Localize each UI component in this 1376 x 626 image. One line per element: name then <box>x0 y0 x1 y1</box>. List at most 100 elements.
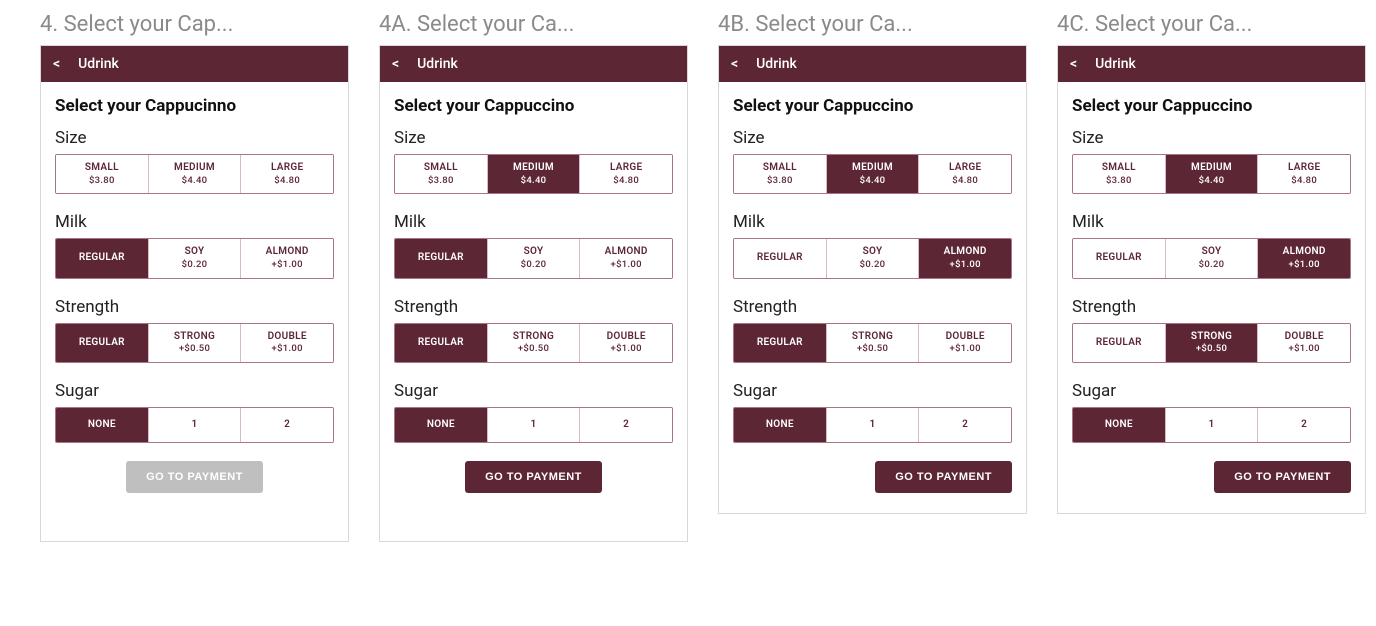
back-icon[interactable]: < <box>1070 56 1077 72</box>
size-option[interactable]: SMALL$3.80 <box>734 155 826 193</box>
milk-option[interactable]: ALMOND+$1.00 <box>579 239 672 277</box>
option-price: +$0.50 <box>179 343 210 355</box>
milk-option[interactable]: REGULAR <box>56 239 148 277</box>
option-label: REGULAR <box>1096 337 1142 350</box>
option-price: $4.40 <box>860 175 886 187</box>
sugar-option[interactable]: NONE <box>1073 408 1165 442</box>
option-label: REGULAR <box>1096 252 1142 265</box>
sugar-option[interactable]: 1 <box>487 408 580 442</box>
milk-option[interactable]: SOY$0.20 <box>1165 239 1258 277</box>
size-option[interactable]: SMALL$3.80 <box>1073 155 1165 193</box>
back-icon[interactable]: < <box>731 56 738 72</box>
sugar-option[interactable]: 1 <box>148 408 241 442</box>
phone-screen: <UdrinkSelect your CappuccinoSizeSMALL$3… <box>718 45 1027 514</box>
sugar-option[interactable]: 2 <box>918 408 1011 442</box>
sugar-option[interactable]: NONE <box>395 408 487 442</box>
strength-option[interactable]: REGULAR <box>395 324 487 362</box>
milk-option[interactable]: REGULAR <box>1073 239 1165 277</box>
option-price: $4.40 <box>521 175 547 187</box>
option-label: LARGE <box>610 162 642 175</box>
option-price: $4.80 <box>1291 175 1317 187</box>
option-label: DOUBLE <box>268 331 307 344</box>
option-price: $4.80 <box>613 175 639 187</box>
size-option[interactable]: MEDIUM$4.40 <box>487 155 580 193</box>
option-label: 2 <box>1301 419 1307 432</box>
option-label: NONE <box>88 419 116 432</box>
section-strength: StrengthREGULARSTRONG+$0.50DOUBLE+$1.00 <box>733 297 1012 363</box>
strength-segmented-control: REGULAR STRONG+$0.50DOUBLE+$1.00 <box>1072 323 1351 363</box>
size-option[interactable]: MEDIUM$4.40 <box>1165 155 1258 193</box>
sugar-option[interactable]: 1 <box>826 408 919 442</box>
sugar-option[interactable]: 2 <box>1257 408 1350 442</box>
option-label: MEDIUM <box>174 162 215 175</box>
sugar-option[interactable]: NONE <box>734 408 826 442</box>
milk-option[interactable]: SOY$0.20 <box>487 239 580 277</box>
sugar-option[interactable]: 1 <box>1165 408 1258 442</box>
strength-option[interactable]: DOUBLE+$1.00 <box>1257 324 1350 362</box>
page-title: Select your Cappuccino <box>733 96 1012 116</box>
strength-option[interactable]: STRONG+$0.50 <box>487 324 580 362</box>
back-icon[interactable]: < <box>53 56 60 72</box>
strength-option[interactable]: REGULAR <box>1073 324 1165 362</box>
section-sugar: SugarNONE12 <box>733 381 1012 443</box>
cta-row: GO TO PAYMENT <box>1072 461 1351 493</box>
milk-option[interactable]: REGULAR <box>395 239 487 277</box>
option-label: SMALL <box>85 162 119 175</box>
milk-option[interactable]: ALMOND+$1.00 <box>1257 239 1350 277</box>
option-price: $3.80 <box>89 175 115 187</box>
section-size: SizeSMALL$3.80MEDIUM$4.40LARGE$4.80 <box>394 128 673 194</box>
option-label: ALMOND <box>944 246 987 259</box>
section-milk: MilkREGULARSOY$0.20ALMOND+$1.00 <box>733 212 1012 278</box>
app-name: Udrink <box>78 56 119 72</box>
strength-option[interactable]: STRONG+$0.50 <box>826 324 919 362</box>
option-label: NONE <box>427 419 455 432</box>
milk-option[interactable]: ALMOND+$1.00 <box>918 239 1011 277</box>
section-milk: MilkREGULARSOY$0.20ALMOND+$1.00 <box>394 212 673 278</box>
milk-option[interactable]: ALMOND+$1.00 <box>240 239 333 277</box>
size-option[interactable]: LARGE$4.80 <box>240 155 333 193</box>
option-label: LARGE <box>271 162 303 175</box>
size-option[interactable]: LARGE$4.80 <box>918 155 1011 193</box>
size-option[interactable]: LARGE$4.80 <box>579 155 672 193</box>
sugar-option[interactable]: 2 <box>579 408 672 442</box>
phone-screen: <UdrinkSelect your CappuccinoSizeSMALL$3… <box>1057 45 1366 514</box>
milk-option[interactable]: SOY$0.20 <box>148 239 241 277</box>
page-title: Select your Cappucinno <box>55 96 334 116</box>
section-strength: StrengthREGULARSTRONG+$0.50DOUBLE+$1.00 <box>394 297 673 363</box>
option-price: +$1.00 <box>611 259 642 271</box>
strength-option[interactable]: REGULAR <box>734 324 826 362</box>
size-option[interactable]: LARGE$4.80 <box>1257 155 1350 193</box>
sugar-option[interactable]: NONE <box>56 408 148 442</box>
strength-option[interactable]: DOUBLE+$1.00 <box>579 324 672 362</box>
app-bar: <Udrink <box>1058 46 1365 82</box>
option-price: +$1.00 <box>272 259 303 271</box>
option-price: $3.80 <box>1106 175 1132 187</box>
option-label: ALMOND <box>1283 246 1326 259</box>
go-to-payment-button[interactable]: GO TO PAYMENT <box>1214 461 1351 493</box>
size-option[interactable]: MEDIUM$4.40 <box>148 155 241 193</box>
strength-option[interactable]: STRONG+$0.50 <box>1165 324 1258 362</box>
section-strength: StrengthREGULARSTRONG+$0.50DOUBLE+$1.00 <box>1072 297 1351 363</box>
size-segmented-control: SMALL$3.80MEDIUM$4.40LARGE$4.80 <box>733 154 1012 194</box>
milk-option[interactable]: REGULAR <box>734 239 826 277</box>
go-to-payment-button[interactable]: GO TO PAYMENT <box>465 461 602 493</box>
strength-option[interactable]: REGULAR <box>56 324 148 362</box>
option-price: +$1.00 <box>272 343 303 355</box>
strength-option[interactable]: DOUBLE+$1.00 <box>240 324 333 362</box>
sugar-option[interactable]: 2 <box>240 408 333 442</box>
back-icon[interactable]: < <box>392 56 399 72</box>
option-price: +$0.50 <box>857 343 888 355</box>
size-option[interactable]: MEDIUM$4.40 <box>826 155 919 193</box>
size-label: Size <box>733 128 1012 148</box>
go-to-payment-button[interactable]: GO TO PAYMENT <box>875 461 1012 493</box>
size-option[interactable]: SMALL$3.80 <box>56 155 148 193</box>
strength-option[interactable]: DOUBLE+$1.00 <box>918 324 1011 362</box>
option-label: SMALL <box>1102 162 1136 175</box>
milk-option[interactable]: SOY$0.20 <box>826 239 919 277</box>
option-price: +$1.00 <box>1289 343 1320 355</box>
option-label: STRONG <box>174 331 215 344</box>
option-label: 1 <box>1209 419 1215 432</box>
strength-option[interactable]: STRONG+$0.50 <box>148 324 241 362</box>
size-option[interactable]: SMALL$3.80 <box>395 155 487 193</box>
section-milk: MilkREGULARSOY$0.20ALMOND+$1.00 <box>55 212 334 278</box>
